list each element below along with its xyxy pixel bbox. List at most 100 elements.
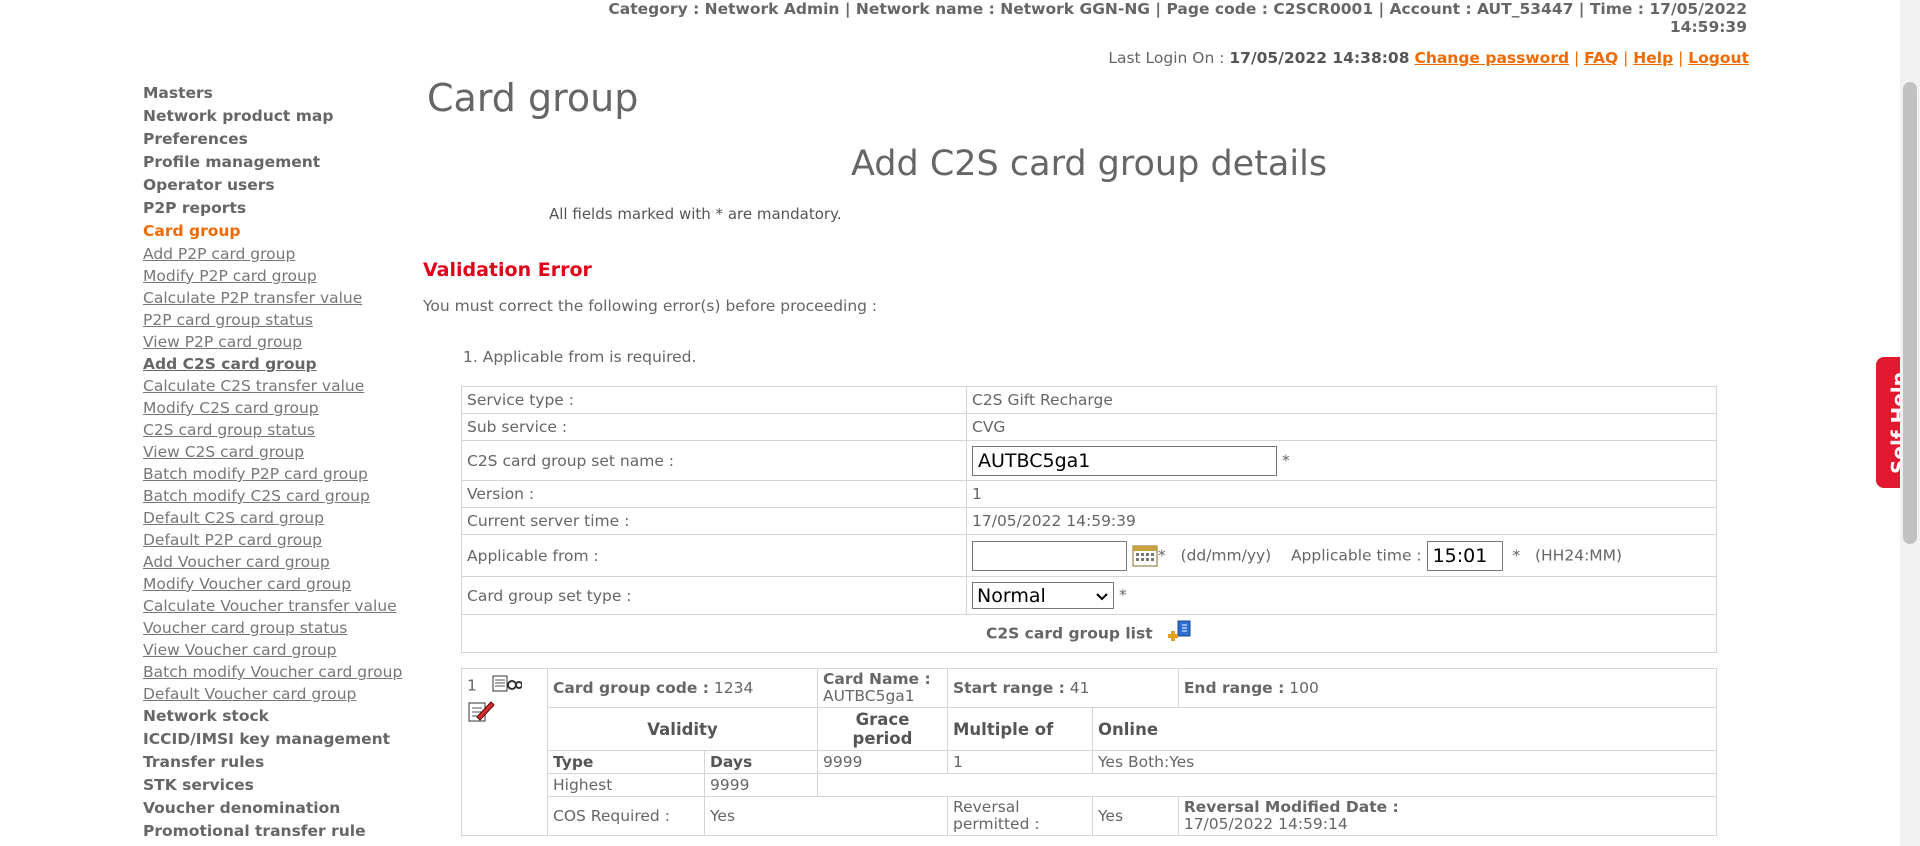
sidebar-subitem-add-voucher[interactable]: Add Voucher card group <box>143 551 403 573</box>
header-info-line2: 14:59:39 <box>1669 18 1747 36</box>
set-type-value: Normal <box>977 584 1046 607</box>
sidebar-subitem-batch-voucher[interactable]: Batch modify Voucher card group <box>143 661 403 683</box>
set-name-required: * <box>1281 451 1290 469</box>
applicable-time-input[interactable] <box>1426 540 1503 571</box>
online-header: Online <box>1092 707 1717 751</box>
server-time-value: 17/05/2022 14:59:39 <box>966 507 1717 535</box>
sidebar: Masters Network product map Preferences … <box>143 82 403 843</box>
error-intro: You must correct the following error(s) … <box>423 297 878 315</box>
sidebar-item-iccid-imsi[interactable]: ICCID/IMSI key management <box>143 728 403 751</box>
sidebar-subitem-view-voucher[interactable]: View Voucher card group <box>143 639 403 661</box>
set-name-input[interactable] <box>972 445 1277 476</box>
sidebar-subitem-p2p-status[interactable]: P2P card group status <box>143 309 403 331</box>
last-login-value: 17/05/2022 14:38:08 <box>1229 49 1410 67</box>
sidebar-subitem-calc-c2s[interactable]: Calculate C2S transfer value <box>143 375 403 397</box>
sidebar-subitem-calc-voucher[interactable]: Calculate Voucher transfer value <box>143 595 403 617</box>
sidebar-item-transfer-rules[interactable]: Transfer rules <box>143 751 403 774</box>
applicable-from-label: Applicable from : <box>461 534 967 577</box>
sidebar-subitem-add-p2p[interactable]: Add P2P card group <box>143 243 403 265</box>
row-applicable-from: Applicable from : * (dd/mm/yy) Applicabl… <box>461 534 1717 577</box>
sidebar-item-operator-users[interactable]: Operator users <box>143 174 403 197</box>
sidebar-subitem-batch-c2s[interactable]: Batch modify C2S card group <box>143 485 403 507</box>
card-row-headers: Validity Grace period Multiple of Online <box>462 707 1717 751</box>
sidebar-subitem-batch-p2p[interactable]: Batch modify P2P card group <box>143 463 403 485</box>
sidebar-item-masters[interactable]: Masters <box>143 82 403 105</box>
online-value: Yes Both:Yes <box>1092 750 1717 774</box>
set-type-select[interactable]: Normal <box>972 582 1114 609</box>
name-label: Card Name : <box>823 670 931 688</box>
view-icon[interactable] <box>492 675 523 697</box>
row-sub-service: Sub service : CVG <box>461 413 1717 441</box>
header-login-bar: Last Login On : 17/05/2022 14:38:08 Chan… <box>1108 49 1749 67</box>
cos-label: COS Required : <box>547 796 705 836</box>
row-service-type: Service type : C2S Gift Recharge <box>461 386 1717 414</box>
sidebar-subitem-default-p2p[interactable]: Default P2P card group <box>143 529 403 551</box>
add-icon[interactable] <box>1166 620 1192 648</box>
card-row-subheaders: Type Days 9999 1 Yes Both:Yes <box>462 750 1717 774</box>
sidebar-subitem-default-voucher[interactable]: Default Voucher card group <box>143 683 403 705</box>
version-label: Version : <box>461 480 967 508</box>
sidebar-subitem-voucher-status[interactable]: Voucher card group status <box>143 617 403 639</box>
multiple-header: Multiple of <box>947 707 1093 751</box>
start-value: 41 <box>1069 679 1090 697</box>
applicable-time-required: * <box>1512 546 1521 564</box>
sidebar-item-profile-management[interactable]: Profile management <box>143 151 403 174</box>
change-password-link[interactable]: Change password <box>1414 49 1569 67</box>
service-type-value: C2S Gift Recharge <box>966 386 1717 414</box>
sidebar-item-p2p-reports[interactable]: P2P reports <box>143 197 403 220</box>
end-value: 100 <box>1289 679 1319 697</box>
header-info: Category : Network Admin | Network name … <box>447 0 1747 36</box>
logout-link[interactable]: Logout <box>1688 49 1749 67</box>
sidebar-item-promotional-transfer-rule[interactable]: Promotional transfer rule <box>143 820 403 843</box>
sidebar-subitem-view-c2s[interactable]: View C2S card group <box>143 441 403 463</box>
set-type-label: Card group set type : <box>461 576 967 615</box>
days-value: 9999 <box>704 773 818 797</box>
sidebar-subitem-modify-voucher[interactable]: Modify Voucher card group <box>143 573 403 595</box>
sidebar-subitem-c2s-status[interactable]: C2S card group status <box>143 419 403 441</box>
cos-value: Yes <box>704 796 948 836</box>
help-link[interactable]: Help <box>1633 49 1673 67</box>
edit-icon[interactable] <box>467 699 495 727</box>
chevron-down-icon <box>1095 585 1109 607</box>
card-group-list-title: C2S card group list <box>985 624 1153 642</box>
scrollbar-thumb[interactable] <box>1903 82 1917 544</box>
applicable-from-required: * <box>1157 546 1166 564</box>
sidebar-item-stk-services[interactable]: STK services <box>143 774 403 797</box>
row-set-name: C2S card group set name : * <box>461 440 1717 481</box>
reversal-date-value: 17/05/2022 14:59:14 <box>1183 815 1348 833</box>
faq-link[interactable]: FAQ <box>1584 49 1618 67</box>
sidebar-item-preferences[interactable]: Preferences <box>143 128 403 151</box>
card-row-cos: COS Required : Yes Reversal permitted : … <box>462 796 1718 836</box>
validity-header: Validity <box>547 707 818 751</box>
version-value: 1 <box>966 480 1717 508</box>
server-time-label: Current server time : <box>461 507 967 535</box>
sidebar-subitem-view-p2p[interactable]: View P2P card group <box>143 331 403 353</box>
row-number: 1 <box>467 676 477 695</box>
sub-service-label: Sub service : <box>461 413 967 441</box>
sidebar-subitem-modify-c2s[interactable]: Modify C2S card group <box>143 397 403 419</box>
last-login-label: Last Login On : <box>1108 49 1225 67</box>
service-type-label: Service type : <box>461 386 967 414</box>
card-group-form: Service type : C2S Gift Recharge Sub ser… <box>461 386 1717 653</box>
type-header: Type <box>547 750 705 774</box>
code-value: 1234 <box>713 679 754 697</box>
start-label: Start range : <box>953 679 1065 697</box>
calendar-icon[interactable] <box>1132 544 1158 567</box>
row-server-time: Current server time : 17/05/2022 14:59:3… <box>461 507 1717 535</box>
sidebar-subitem-modify-p2p[interactable]: Modify P2P card group <box>143 265 403 287</box>
sidebar-item-network-stock[interactable]: Network stock <box>143 705 403 728</box>
reversal-label: Reversal permitted : <box>947 796 1093 836</box>
page-scrollbar[interactable] <box>1900 0 1920 846</box>
sidebar-subitem-add-c2s[interactable]: Add C2S card group <box>143 353 403 375</box>
set-type-required: * <box>1118 586 1127 604</box>
sidebar-subitem-default-c2s[interactable]: Default C2S card group <box>143 507 403 529</box>
sidebar-item-network-product-map[interactable]: Network product map <box>143 105 403 128</box>
applicable-from-input[interactable] <box>972 540 1127 571</box>
card-row-main: 1 Card group code : 1234 Card Name : AUTB… <box>461 668 1718 836</box>
sidebar-item-voucher-denomination[interactable]: Voucher denomination <box>143 797 403 820</box>
name-value: AUTBC5ga1 <box>823 687 915 705</box>
set-name-label: C2S card group set name : <box>461 440 967 481</box>
sidebar-subitem-calc-p2p[interactable]: Calculate P2P transfer value <box>143 287 403 309</box>
mandatory-note: All fields marked with * are mandatory. <box>549 205 842 223</box>
sidebar-item-card-group[interactable]: Card group <box>143 220 403 243</box>
